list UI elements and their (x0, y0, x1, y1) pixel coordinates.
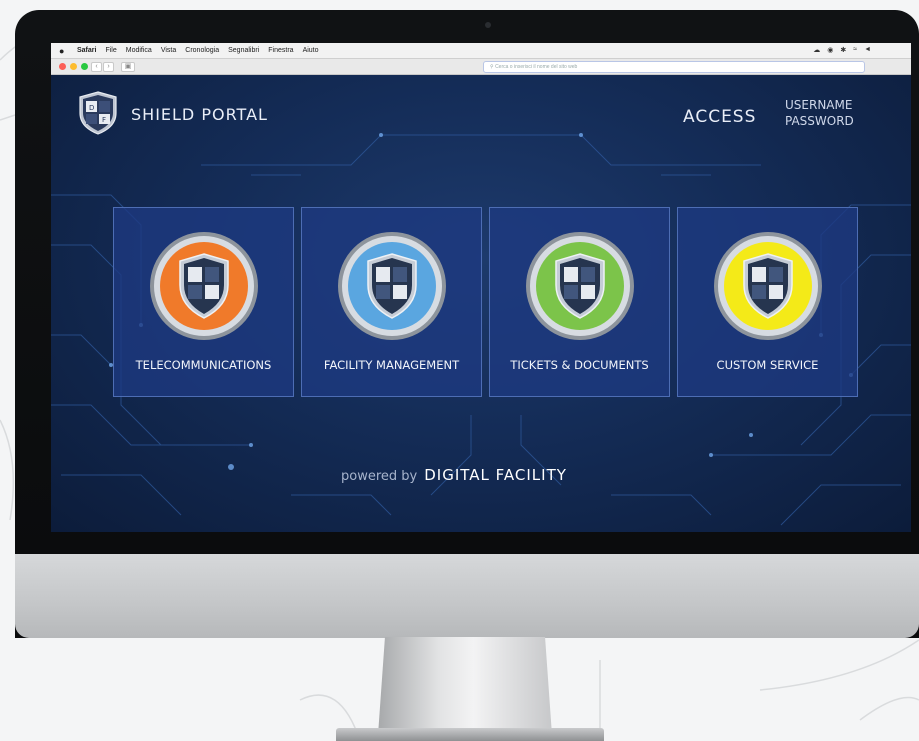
powered-by-label: powered by (341, 469, 418, 484)
tile-tickets-documents[interactable]: TICKETS & DOCUMENTS (489, 207, 670, 397)
browser-toolbar: ‹ › ▣ ⚲ Cerca o inserisci il nome del si… (51, 59, 911, 75)
maximize-window-icon[interactable] (81, 63, 88, 70)
record-icon[interactable]: ◉ (827, 46, 833, 54)
monitor-stand-base (336, 728, 604, 741)
back-button[interactable]: ‹ (91, 62, 102, 72)
menu-file[interactable]: File (105, 47, 116, 54)
service-tiles: TELECOMMUNICATIONS FACILITY MANAGEMENT T… (113, 207, 858, 397)
shield-logo-icon[interactable]: D F (79, 91, 117, 135)
tile-label: FACILITY MANAGEMENT (323, 358, 460, 372)
menu-segnalibri[interactable]: Segnalibri (228, 47, 259, 54)
svg-text:D: D (89, 104, 94, 112)
access-label: ACCESS (683, 107, 757, 127)
powered-by: powered by DIGITAL FACILITY (341, 466, 641, 486)
svg-text:F: F (102, 116, 106, 124)
minimize-window-icon[interactable] (70, 63, 77, 70)
cloud-icon[interactable]: ☁ (813, 46, 820, 54)
wifi-icon[interactable]: ≈ (853, 46, 857, 54)
tickets-documents-shield-icon (526, 232, 634, 340)
search-icon: ⚲ (490, 64, 494, 70)
facility-management-shield-icon (338, 232, 446, 340)
imac-monitor: ● Safari File Modifica Vista Cronologia … (15, 10, 919, 638)
telecommunications-shield-icon (150, 232, 258, 340)
menu-modifica[interactable]: Modifica (126, 47, 152, 54)
menu-vista[interactable]: Vista (161, 47, 176, 54)
digital-facility-logo[interactable]: DIGITAL FACILITY (424, 466, 567, 484)
window-controls (59, 63, 88, 70)
screen: ● Safari File Modifica Vista Cronologia … (51, 43, 911, 532)
portal-page: D F SHIELD PORTAL ACCESS USERNAME PASSWO… (51, 75, 911, 532)
sidebar-toggle-icon[interactable]: ▣ (121, 62, 135, 72)
tile-label: CUSTOM SERVICE (716, 358, 819, 372)
tile-facility-management[interactable]: FACILITY MANAGEMENT (301, 207, 482, 397)
forward-button[interactable]: › (103, 62, 114, 72)
monitor-stand (378, 637, 552, 735)
menu-finestra[interactable]: Finestra (268, 47, 293, 54)
menu-aiuto[interactable]: Aiuto (303, 47, 319, 54)
username-link[interactable]: USERNAME (785, 98, 852, 112)
address-placeholder: Cerca o inserisci il nome del sito web (495, 64, 578, 70)
volume-icon[interactable]: ◄ (864, 46, 871, 54)
mac-menubar: ● Safari File Modifica Vista Cronologia … (51, 43, 911, 59)
bluetooth-icon[interactable]: ✱ (840, 46, 846, 54)
tile-telecommunications[interactable]: TELECOMMUNICATIONS (113, 207, 294, 397)
address-bar[interactable]: ⚲ Cerca o inserisci il nome del sito web (483, 61, 865, 73)
menu-cronologia[interactable]: Cronologia (185, 47, 219, 54)
tile-label: TICKETS & DOCUMENTS (510, 358, 649, 372)
tile-label: TELECOMMUNICATIONS (135, 358, 272, 372)
password-link[interactable]: PASSWORD (785, 114, 854, 128)
status-icons: ☁ ◉ ✱ ≈ ◄ (813, 46, 871, 54)
tile-custom-service[interactable]: CUSTOM SERVICE (677, 207, 858, 397)
camera-icon (485, 22, 491, 28)
monitor-chin (15, 554, 919, 638)
close-window-icon[interactable] (59, 63, 66, 70)
apple-icon[interactable]: ● (59, 46, 69, 56)
menu-safari[interactable]: Safari (77, 47, 96, 54)
custom-service-shield-icon (714, 232, 822, 340)
portal-title: SHIELD PORTAL (131, 105, 268, 124)
